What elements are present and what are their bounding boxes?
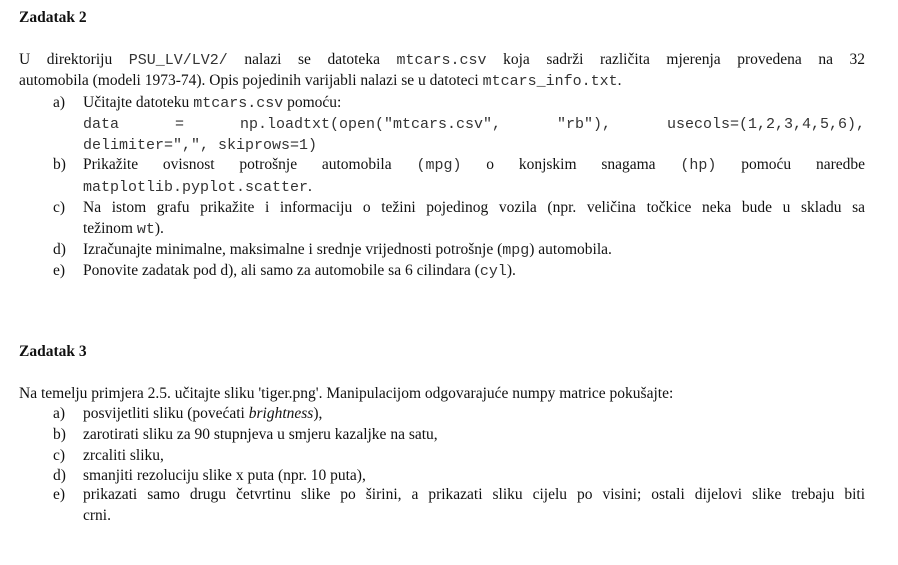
task2-item-a-line1: Učitajte datoteku mtcars.csv pomoću: [83,92,865,114]
task2-item-b: b) Prikažite ovisnost potrošnje automobi… [53,154,865,196]
task2-item-a-text-b: pomoću: [287,94,342,111]
task2-item-d-code-mpg: mpg [502,242,530,259]
task3-intro: Na temelju primjera 2.5. učitajte sliku … [19,385,674,402]
task2-item-e-line: Ponovite zadatak pod d), ali samo za aut… [83,260,865,282]
task2-intro2-info-code: mtcars_info.txt [482,73,618,90]
task2-item-d-label: d) [53,241,66,258]
task2-item-c-label: c) [53,199,66,216]
task2-item-a-code-line1: data = np.loadtxt(open("mtcars.csv", "rb… [83,116,865,133]
task3-item-a-line: posvijetliti sliku (povećati brightness)… [83,403,865,424]
task2-item-a: a) Učitajte datoteku mtcars.csv pomoću: … [53,92,865,155]
task2-item-d-line: Izračunajte minimalne, maksimalne i sred… [83,239,865,261]
task3-item-e-line2: crni. [83,507,111,524]
task2-intro2-text-b: . [617,72,622,89]
task2-item-c-line1: Na istom grafu prikažite i informaciju o… [83,199,865,216]
task2-item-b-text-a: Prikažite ovisnost potrošnje automobila [83,156,392,173]
task2-item-d-text-a: Izračunajte minimalne, maksimalne i sred… [83,241,503,258]
task3-item-e-label: e) [53,486,66,503]
task3-item-b: b) zarotirati sliku za 90 stupnjeva u sm… [53,424,865,445]
task2-intro-text-b: nalazi se datoteka [244,51,380,68]
task2-item-e-label: e) [53,262,66,279]
task2-item-c-text-b: ). [154,220,164,237]
task2-intro-dir-code: PSU_LV/LV2/ [128,52,228,69]
task2-item-a-label: a) [53,94,66,111]
task3-heading: Zadatak 3 [19,343,87,360]
task2-item-c-line2: težinom wt). [83,218,865,240]
task2-item-b-text-b: o konjskim snagama [486,156,656,173]
task3-item-a-italic: brightness [248,405,314,422]
task3-item-c-text: zrcaliti sliku, [83,447,164,464]
task2-item-c-code-wt: wt [136,221,155,238]
task2-item-e: e) Ponovite zadatak pod d), ali samo za … [53,260,865,281]
task2-item-e-text-b: ). [506,262,516,279]
task2-item-e-text-a: Ponovite zadatak pod d), ali samo za aut… [83,262,480,279]
task3-item-e: e) prikazati samo drugu četvrtinu slike … [53,484,865,526]
task2-item-d: d) Izračunajte minimalne, maksimalne i s… [53,239,865,260]
task2-item-b-line2: matplotlib.pyplot.scatter. [83,176,865,198]
task3-item-b-label: b) [53,426,66,443]
task2-item-a-code: mtcars.csv [193,95,284,112]
task2-intro-line2: automobila (modeli 1973-74). Opis pojedi… [19,70,622,92]
task3-item-e-line1: prikazati samo drugu četvrtinu slike po … [83,486,865,503]
task3-item-c: c) zrcaliti sliku, [53,445,865,466]
task2-item-d-text-b: ) automobila. [529,241,612,258]
task3-item-d-text: smanjiti rezoluciju slike x puta (npr. 1… [83,467,366,484]
task2-item-b-code-hp: (hp) [680,157,717,174]
task2-item-b-code-mpg: (mpg) [416,157,462,174]
task3-item-a-label: a) [53,405,66,422]
task3-item-b-text: zarotirati sliku za 90 stupnjeva u smjer… [83,426,438,443]
task2-item-a-code-line2: delimiter=",", skiprows=1) [83,137,318,154]
task2-intro-text-c: koja sadrži različita mjerenja provedena… [503,51,866,68]
task2-item-b-text-c: pomoću naredbe [741,156,865,173]
task2-item-b-label: b) [53,156,66,173]
task3-item-a-text-a: posvijetliti sliku (povećati [83,405,249,422]
task2-intro-text-a: U direktoriju [19,51,113,68]
task2-intro-file-code: mtcars.csv [396,52,487,69]
task2-intro2-text-a: automobila (modeli 1973-74). Opis pojedi… [19,72,479,89]
task3-item-a-text-b: ), [313,405,323,422]
task2-item-a-text-a: Učitajte datoteku [83,94,190,111]
task2-intro-line1: U direktoriju PSU_LV/LV2/ nalazi se dato… [19,49,865,71]
task2-item-e-code-cyl: cyl [479,263,507,280]
task3-item-a: a) posvijetliti sliku (povećati brightne… [53,403,865,424]
task2-item-c-text-a: težinom [83,220,133,237]
task3-item-d: d) smanjiti rezoluciju slike x puta (npr… [53,465,865,486]
task2-heading: Zadatak 2 [19,9,87,26]
task2-item-b-code-scatter: matplotlib.pyplot.scatter [83,179,309,196]
task2-item-b-line1: Prikažite ovisnost potrošnje automobila … [83,154,865,176]
task2-item-c: c) Na istom grafu prikažite i informacij… [53,197,865,239]
task3-item-c-label: c) [53,447,66,464]
task3-item-d-label: d) [53,467,66,484]
task2-item-b-text-d: . [308,178,312,195]
